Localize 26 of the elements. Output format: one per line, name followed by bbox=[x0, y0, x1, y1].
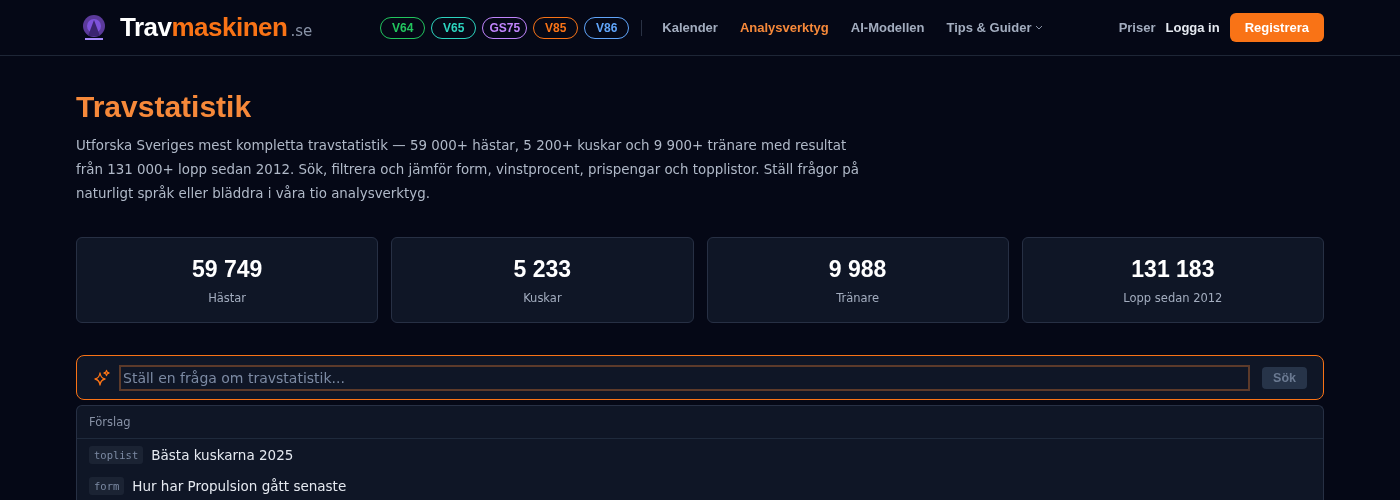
brand-name[interactable]: Travmaskinen bbox=[120, 12, 288, 43]
category-tag: toplist bbox=[89, 446, 144, 464]
suggestion-item[interactable]: Bästa kuskarna 2025 bbox=[151, 447, 294, 463]
suggestions-heading: Förslag bbox=[77, 406, 1323, 439]
nav-link[interactable]: Priser bbox=[1118, 20, 1156, 35]
stat-value: 9 988 bbox=[828, 255, 887, 283]
nav-link[interactable]: Kalender bbox=[662, 20, 718, 35]
stat-value: 5 233 bbox=[513, 255, 572, 283]
stat-label: Hästar bbox=[208, 290, 247, 305]
category-tag: form bbox=[89, 477, 125, 495]
stat-label: Kuskar bbox=[523, 290, 562, 305]
sparkle-icon bbox=[93, 368, 111, 387]
stat-value: 59 749 bbox=[191, 255, 263, 283]
nav-link[interactable]: AI-Modellen bbox=[850, 20, 925, 35]
stat-label: Tränare bbox=[836, 290, 880, 305]
nav-link[interactable]: Logga in bbox=[1165, 20, 1220, 35]
stat-label: Lopp sedan 2012 bbox=[1123, 290, 1223, 305]
nav-dropdown[interactable]: Tips & Guider bbox=[946, 20, 1044, 35]
logo-icon bbox=[80, 13, 108, 42]
stat-value: 131 183 bbox=[1131, 255, 1215, 283]
domain-suffix: .se bbox=[290, 22, 313, 40]
chevron-down-icon bbox=[1035, 25, 1044, 30]
intro-paragraph: Utforska Sveriges mest kompletta travstatistik — 59 000+ hästar, 5 200+ kuskar och 9 900+ tränare med resultat från 131 000+ lopp sedan 2012. Sök, filtrera och jämför form, vinstprocent, prispengar och topplistor. Ställ frågor på naturligt språk eller bläddra i våra tio analysverktyg. bbox=[76, 137, 861, 203]
suggestion-item[interactable]: Hur har Propulsion gått senaste bbox=[132, 478, 347, 494]
nav-link[interactable]: Analysverktyg bbox=[739, 20, 829, 35]
page-title: Travstatistik bbox=[76, 89, 253, 125]
